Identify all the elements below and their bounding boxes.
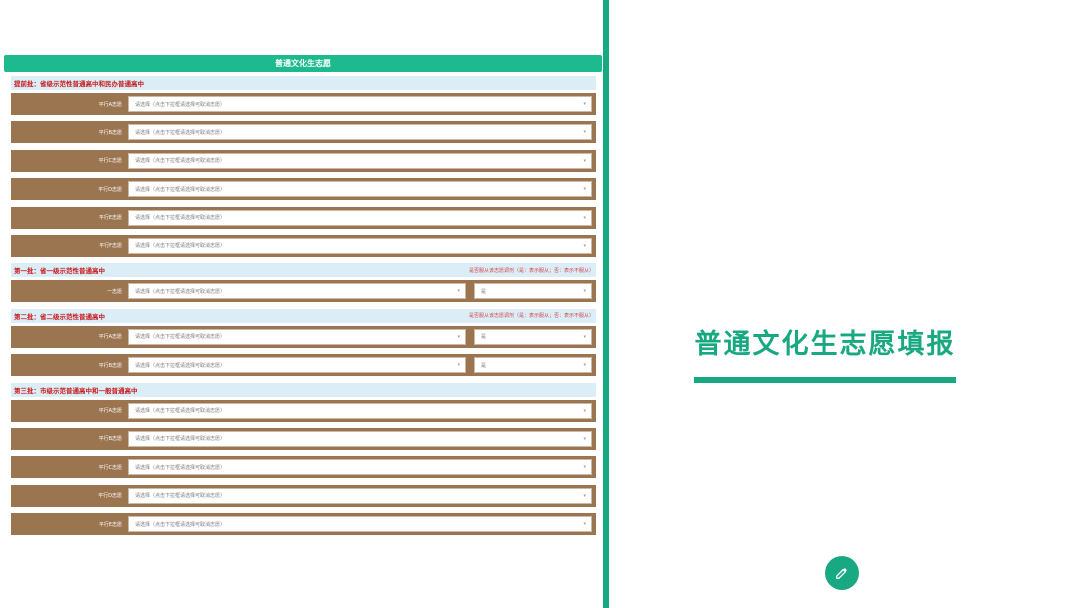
form-row: 平行A志愿 请选择（点击下拉框请选择可取消志愿） ▾ 是 ▾ <box>11 325 596 348</box>
form-row: 平行B志愿 请选择（点击下拉框请选择可取消志愿） ▾ 是 ▾ <box>11 354 596 377</box>
chevron-down-icon: ▾ <box>583 288 586 295</box>
chevron-down-icon: ▾ <box>457 333 460 340</box>
chevron-down-icon: ▾ <box>583 214 586 221</box>
school-select[interactable]: 请选择（点击下拉框请选择可取消志愿） ▾ <box>128 181 592 198</box>
row-label: 平行A志愿 <box>98 101 122 108</box>
section-header: 第一批：省一级示范性普通高中 是否服从该志愿调剂（是：表示服从；否：表示不服从） <box>11 263 596 278</box>
chevron-down-icon: ▾ <box>583 157 586 164</box>
row-label: 平行B志愿 <box>98 436 122 443</box>
form-row: 平行C志愿 请选择（点击下拉框请选择可取消志愿） ▾ <box>11 149 596 172</box>
school-select[interactable]: 请选择（点击下拉框请选择可取消志愿） ▾ <box>128 487 592 504</box>
chevron-down-icon: ▾ <box>583 362 586 369</box>
row-label: 平行E志愿 <box>98 521 122 528</box>
vertical-divider <box>603 0 609 608</box>
form-row: 平行D志愿 请选择（点击下拉框请选择可取消志愿） ▾ <box>11 484 596 507</box>
row-label: 平行E志愿 <box>98 215 122 222</box>
chevron-down-icon: ▾ <box>583 101 586 107</box>
select-placeholder: 请选择（点击下拉框请选择可取消志愿） <box>135 243 226 250</box>
row-label: 平行A志愿 <box>98 334 122 341</box>
chevron-down-icon: ▾ <box>583 435 586 442</box>
school-select[interactable]: 请选择（点击下拉框请选择可取消志愿） ▾ <box>128 283 466 300</box>
chevron-down-icon: ▾ <box>583 521 586 528</box>
pencil-icon <box>836 568 847 579</box>
section-title: 提前批：省级示范性普通高中和民办普通高中 <box>14 80 144 88</box>
row-label: 平行D志愿 <box>98 493 122 500</box>
chevron-down-icon: ▾ <box>583 186 586 193</box>
chevron-down-icon: ▾ <box>583 129 586 136</box>
select-placeholder: 请选择（点击下拉框请选择可取消志愿） <box>135 493 226 500</box>
form-row: 平行B志愿 请选择（点击下拉框请选择可取消志愿） ▾ <box>11 121 596 144</box>
select-placeholder: 请选择（点击下拉框请选择可取消志愿） <box>135 408 226 415</box>
school-select[interactable]: 请选择（点击下拉框请选择可取消志愿） ▾ <box>128 402 592 419</box>
select-value: 是 <box>481 362 487 369</box>
select-placeholder: 请选择（点击下拉框请选择可取消志愿） <box>135 288 226 295</box>
school-select[interactable]: 请选择（点击下拉框请选择可取消志愿） ▾ <box>128 124 592 141</box>
row-label: 平行A志愿 <box>98 408 122 415</box>
section-note: 是否服从该志愿调剂（是：表示服从；否：表示不服从） <box>468 313 594 320</box>
chevron-down-icon: ▾ <box>457 288 460 295</box>
form-header: 普通文化生志愿 <box>4 55 602 72</box>
section-header: 第二批：省二级示范性普通高中 是否服从该志愿调剂（是：表示服从；否：表示不服从） <box>11 308 596 323</box>
select-placeholder: 请选择（点击下拉框请选择可取消志愿） <box>135 215 226 222</box>
school-select[interactable]: 请选择（点击下拉框请选择可取消志愿） ▾ <box>128 430 592 447</box>
select-value: 是 <box>481 334 487 341</box>
obey-adjust-select[interactable]: 是 ▾ <box>474 283 592 300</box>
form-row: 平行E志愿 请选择（点击下拉框请选择可取消志愿） ▾ <box>11 513 596 536</box>
row-label: 平行B志愿 <box>98 362 122 369</box>
section-title: 第三批：市级示范普通高中和一般普通高中 <box>14 386 138 395</box>
school-select[interactable]: 请选择（点击下拉框请选择可取消志愿） ▾ <box>128 328 466 345</box>
form-row: 平行C志愿 请选择（点击下拉框请选择可取消志愿） ▾ <box>11 456 596 479</box>
row-label: 平行F志愿 <box>99 243 122 250</box>
section-title: 第一批：省一级示范性普通高中 <box>14 267 105 276</box>
form-row: 平行B志愿 请选择（点击下拉框请选择可取消志愿） ▾ <box>11 427 596 450</box>
chevron-down-icon: ▾ <box>457 362 460 369</box>
school-select[interactable]: 请选择（点击下拉框请选择可取消志愿） ▾ <box>128 516 592 533</box>
select-placeholder: 请选择（点击下拉框请选择可取消志愿） <box>135 464 226 471</box>
section-note: 是否服从该志愿调剂（是：表示服从；否：表示不服从） <box>468 267 594 274</box>
select-placeholder: 请选择（点击下拉框请选择可取消志愿） <box>135 362 226 369</box>
chevron-down-icon: ▾ <box>583 242 586 249</box>
title-underline <box>694 377 956 383</box>
form-row: 平行A志愿 请选择（点击下拉框请选择可取消志愿） ▾ <box>11 93 596 115</box>
section-title: 第二批：省二级示范性普通高中 <box>14 312 105 321</box>
form-row: 平行A志愿 请选择（点击下拉框请选择可取消志愿） ▾ <box>11 399 596 422</box>
school-select[interactable]: 请选择（点击下拉框请选择可取消志愿） ▾ <box>128 209 592 226</box>
form-row: 一志愿 请选择（点击下拉框请选择可取消志愿） ▾ 是 ▾ <box>11 280 596 303</box>
select-placeholder: 请选择（点击下拉框请选择可取消志愿） <box>135 521 226 528</box>
chevron-down-icon: ▾ <box>583 333 586 340</box>
chevron-down-icon: ▾ <box>583 407 586 414</box>
row-label: 平行C志愿 <box>98 464 123 471</box>
form-row: 平行F志愿 请选择（点击下拉框请选择可取消志愿） ▾ <box>11 234 596 257</box>
school-select[interactable]: 请选择（点击下拉框请选择可取消志愿） ▾ <box>128 357 466 374</box>
section-header: 第三批：市级示范普通高中和一般普通高中 <box>11 382 596 397</box>
form-row: 平行E志愿 请选择（点击下拉框请选择可取消志愿） ▾ <box>11 206 596 229</box>
select-placeholder: 请选择（点击下拉框请选择可取消志愿） <box>135 129 226 136</box>
page-title: 普通文化生志愿填报 <box>694 329 956 360</box>
form-row: 平行D志愿 请选择（点击下拉框请选择可取消志愿） ▾ <box>11 178 596 201</box>
school-select[interactable]: 请选择（点击下拉框请选择可取消志愿） ▾ <box>128 152 592 169</box>
volunteer-form: 普通文化生志愿 提前批：省级示范性普通高中和民办普通高中 平行A志愿 请选择（点击下… <box>4 55 602 547</box>
obey-adjust-select[interactable]: 是 ▾ <box>474 357 592 374</box>
school-select[interactable]: 请选择（点击下拉框请选择可取消志愿） ▾ <box>128 459 592 476</box>
form-body: 提前批：省级示范性普通高中和民办普通高中 平行A志愿 请选择（点击下拉框请选择可取消… <box>4 72 602 536</box>
select-placeholder: 请选择（点击下拉框请选择可取消志愿） <box>135 436 226 443</box>
school-select[interactable]: 请选择（点击下拉框请选择可取消志愿） ▾ <box>128 237 592 254</box>
chevron-down-icon: ▾ <box>583 464 586 471</box>
school-select[interactable]: 请选择（点击下拉框请选择可取消志愿） ▾ <box>128 96 592 112</box>
select-placeholder: 请选择（点击下拉框请选择可取消志愿） <box>135 158 226 165</box>
select-placeholder: 请选择（点击下拉框请选择可取消志愿） <box>135 334 226 341</box>
section-header: 提前批：省级示范性普通高中和民办普通高中 <box>11 76 596 90</box>
row-label: 平行D志愿 <box>98 186 122 193</box>
select-value: 是 <box>481 288 487 295</box>
obey-adjust-select[interactable]: 是 ▾ <box>474 328 592 345</box>
row-label: 一志愿 <box>106 288 122 295</box>
row-label: 平行B志愿 <box>98 129 122 136</box>
chevron-down-icon: ▾ <box>583 492 586 499</box>
select-placeholder: 请选择（点击下拉框请选择可取消志愿） <box>135 101 226 108</box>
edit-button[interactable] <box>825 556 859 590</box>
row-label: 平行C志愿 <box>98 158 123 165</box>
select-placeholder: 请选择（点击下拉框请选择可取消志愿） <box>135 186 226 193</box>
